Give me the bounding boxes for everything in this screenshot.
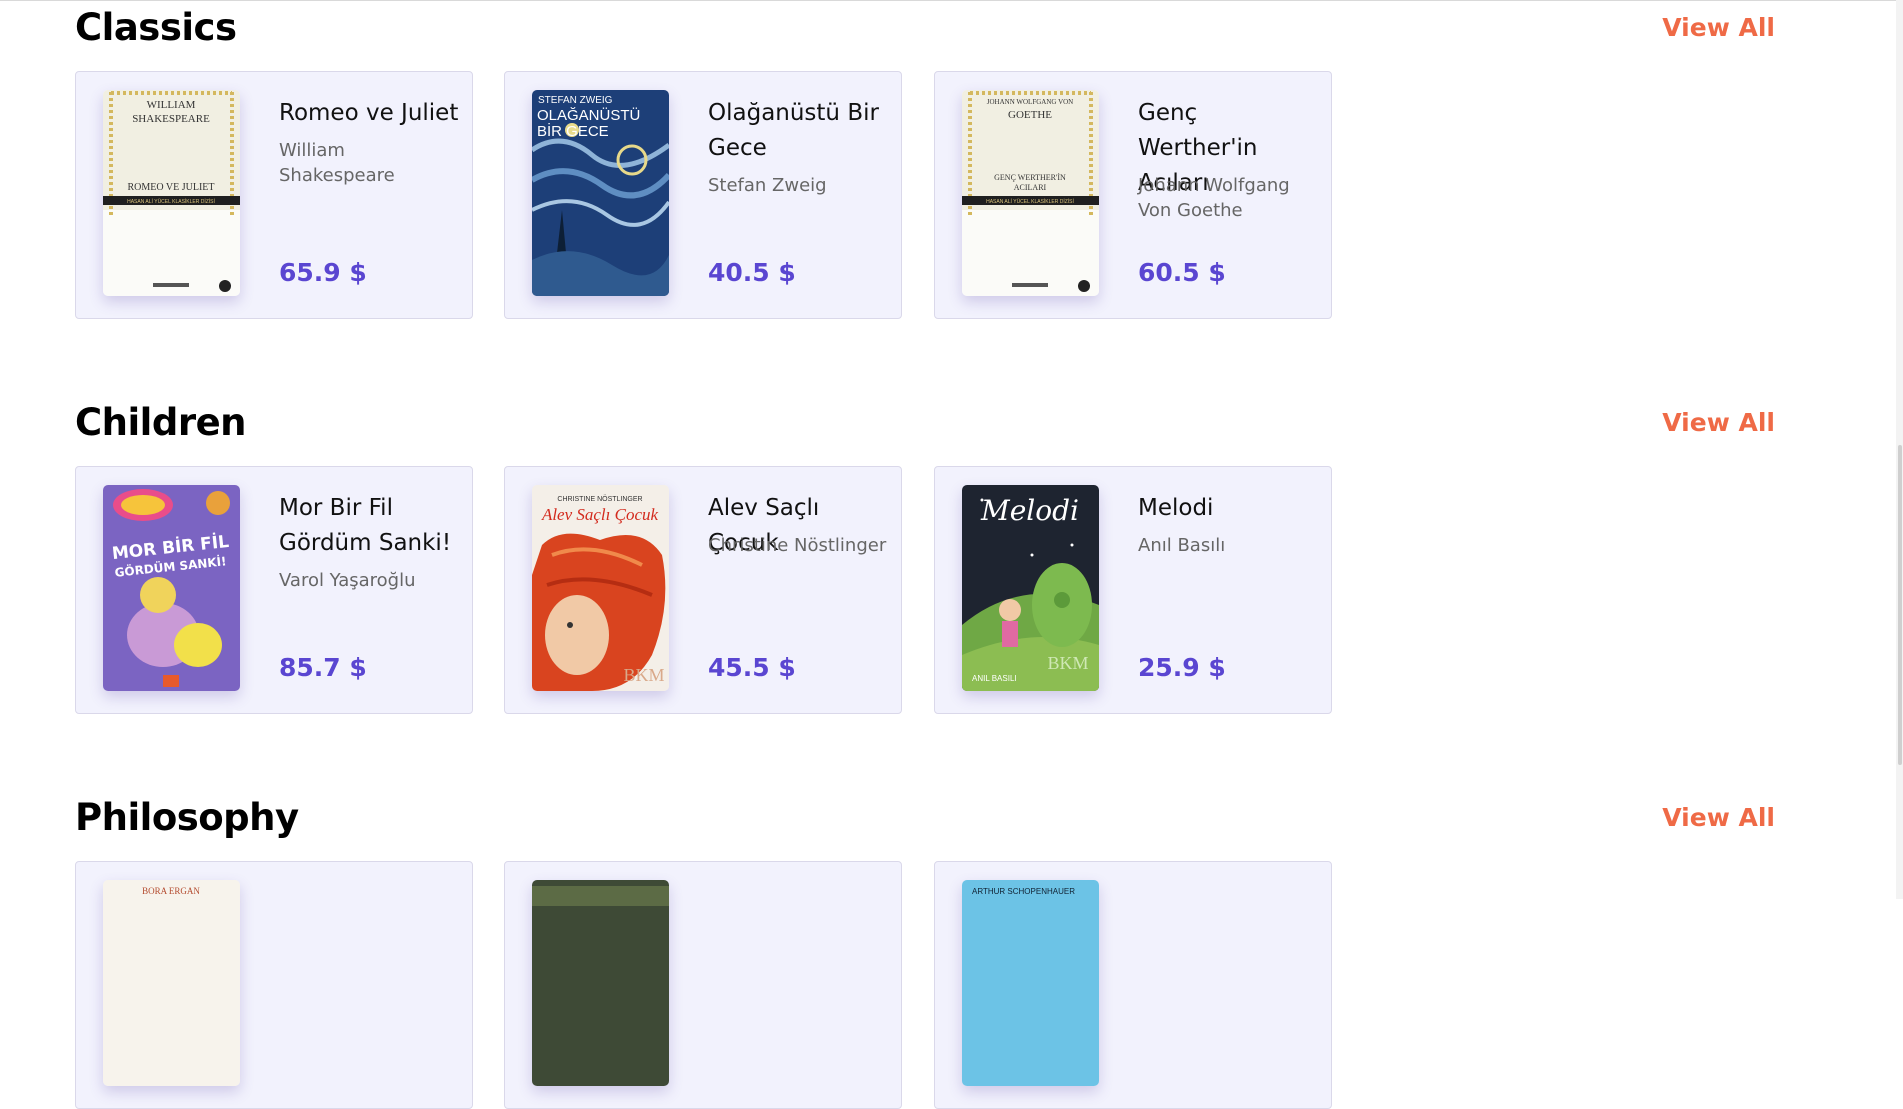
book-cover[interactable]: ARTHUR SCHOPENHAUER <box>962 880 1099 1086</box>
book-price: 40.5 $ <box>708 258 796 287</box>
book-card[interactable]: ARTHUR SCHOPENHAUER <box>934 861 1332 1109</box>
svg-text:ANIL BASILI: ANIL BASILI <box>972 674 1017 683</box>
book-title[interactable]: Romeo ve Juliet <box>279 96 464 131</box>
svg-text:BKM: BKM <box>1047 653 1088 673</box>
book-cover[interactable]: MOR BİR FİL GÖRDÜM SANKİ! <box>103 485 240 691</box>
book-cover[interactable]: WILLIAM SHAKESPEARE ROMEO VE JULIET HASA… <box>103 90 240 296</box>
cover-olaganustu-bir-gece-image: STEFAN ZWEIG OLAĞANÜSTÜ BİR GECE <box>532 90 669 296</box>
book-card[interactable] <box>504 861 902 1109</box>
book-author: Stefan Zweig <box>708 175 827 196</box>
book-title[interactable]: Olağanüstü Bir Gece <box>708 96 893 166</box>
book-card[interactable]: STEFAN ZWEIG OLAĞANÜSTÜ BİR GECE Olağanü… <box>504 71 902 319</box>
svg-text:ROMEO VE JULIET: ROMEO VE JULIET <box>127 182 214 193</box>
top-border <box>0 0 1903 1</box>
book-card[interactable]: CHRISTINE NÖSTLINGER Alev Saçlı Çocuk BK… <box>504 466 902 714</box>
svg-text:GENÇ WERTHER'İN: GENÇ WERTHER'İN <box>994 173 1066 182</box>
scrollbar-thumb[interactable] <box>1898 445 1902 765</box>
svg-text:WILLIAM: WILLIAM <box>147 99 196 111</box>
svg-text:Alev Saçlı Çocuk: Alev Saçlı Çocuk <box>541 505 659 524</box>
book-author: William Shakespeare <box>279 140 395 186</box>
book-author: Anıl Basılı <box>1138 535 1226 556</box>
book-title[interactable]: Melodi <box>1138 491 1323 526</box>
svg-text:BORA ERGAN: BORA ERGAN <box>142 886 200 896</box>
section-title: Philosophy <box>75 796 299 839</box>
book-cover[interactable]: STEFAN ZWEIG OLAĞANÜSTÜ BİR GECE <box>532 90 669 296</box>
book-author: Christine Nöstlinger <box>708 535 887 556</box>
book-card[interactable]: Melodi ANIL BASILI BKM Melodi Anıl Basıl… <box>934 466 1332 714</box>
book-cover[interactable] <box>532 880 669 1086</box>
scrollbar-track[interactable] <box>1896 0 1903 899</box>
cover-philosophy-3-image: ARTHUR SCHOPENHAUER <box>962 880 1099 1086</box>
book-author: Johann Wolfgang Von Goethe <box>1138 175 1290 221</box>
svg-text:OLAĞANÜSTÜ: OLAĞANÜSTÜ <box>537 106 640 124</box>
svg-text:STEFAN ZWEIG: STEFAN ZWEIG <box>538 95 613 106</box>
book-card[interactable]: BORA ERGAN <box>75 861 473 1109</box>
book-title[interactable]: Mor Bir Fil Gördüm Sanki! <box>279 491 464 561</box>
svg-text:Melodi: Melodi <box>980 494 1079 527</box>
svg-text:BKM: BKM <box>623 665 664 685</box>
book-price: 60.5 $ <box>1138 258 1226 287</box>
book-cover[interactable]: Melodi ANIL BASILI BKM <box>962 485 1099 691</box>
book-card[interactable]: WILLIAM SHAKESPEARE ROMEO VE JULIET HASA… <box>75 71 473 319</box>
cover-mor-bir-fil-image: MOR BİR FİL GÖRDÜM SANKİ! <box>103 485 240 691</box>
svg-text:GOETHE: GOETHE <box>1008 109 1052 121</box>
cover-genc-werther-image: JOHANN WOLFGANG VON GOETHE GENÇ WERTHER'… <box>962 90 1099 296</box>
book-price: 25.9 $ <box>1138 653 1226 682</box>
book-cover[interactable]: CHRISTINE NÖSTLINGER Alev Saçlı Çocuk BK… <box>532 485 669 691</box>
view-all-link[interactable]: View All <box>1662 803 1775 832</box>
svg-text:SHAKESPEARE: SHAKESPEARE <box>132 113 210 125</box>
svg-text:HASAN ALİ YÜCEL KLASİKLER DİZİ: HASAN ALİ YÜCEL KLASİKLER DİZİSİ <box>986 198 1074 205</box>
cover-philosophy-1-image: BORA ERGAN <box>103 880 240 1086</box>
book-price: 45.5 $ <box>708 653 796 682</box>
svg-text:ACILARI: ACILARI <box>1014 183 1047 192</box>
svg-text:HASAN ALİ YÜCEL KLASİKLER DİZİ: HASAN ALİ YÜCEL KLASİKLER DİZİSİ <box>127 198 215 205</box>
svg-text:ARTHUR SCHOPENHAUER: ARTHUR SCHOPENHAUER <box>972 887 1075 896</box>
view-all-link[interactable]: View All <box>1662 408 1775 437</box>
section-title: Classics <box>75 6 237 49</box>
svg-text:JOHANN WOLFGANG VON: JOHANN WOLFGANG VON <box>987 98 1073 106</box>
cover-alev-sacli-cocuk-image: CHRISTINE NÖSTLINGER Alev Saçlı Çocuk BK… <box>532 485 669 691</box>
cover-philosophy-2-image <box>532 880 669 1086</box>
book-cover[interactable]: JOHANN WOLFGANG VON GOETHE GENÇ WERTHER'… <box>962 90 1099 296</box>
book-price: 65.9 $ <box>279 258 367 287</box>
book-price: 85.7 $ <box>279 653 367 682</box>
book-card[interactable]: JOHANN WOLFGANG VON GOETHE GENÇ WERTHER'… <box>934 71 1332 319</box>
book-cover[interactable]: BORA ERGAN <box>103 880 240 1086</box>
svg-text:CHRISTINE NÖSTLINGER: CHRISTINE NÖSTLINGER <box>557 495 642 503</box>
book-card[interactable]: MOR BİR FİL GÖRDÜM SANKİ! Mor Bir Fil Gö… <box>75 466 473 714</box>
svg-text:BİR GECE: BİR GECE <box>537 122 609 140</box>
view-all-link[interactable]: View All <box>1662 13 1775 42</box>
cover-romeo-ve-juliet-image: WILLIAM SHAKESPEARE ROMEO VE JULIET HASA… <box>103 90 240 296</box>
cover-melodi-image: Melodi ANIL BASILI BKM <box>962 485 1099 691</box>
book-author: Varol Yaşaroğlu <box>279 570 416 591</box>
section-title: Children <box>75 401 247 444</box>
